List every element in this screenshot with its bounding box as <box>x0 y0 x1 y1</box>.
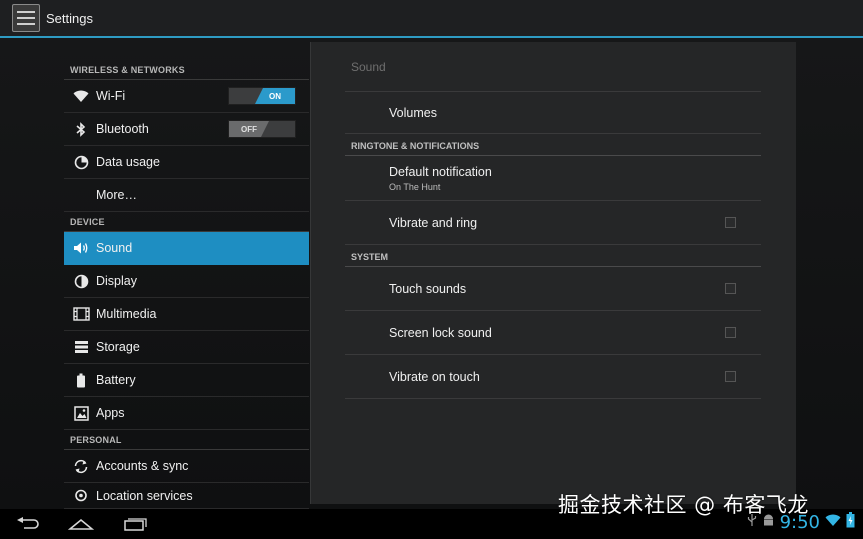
screen: Settings WIRELESS & NETWORKS Wi-Fi ON Bl… <box>0 0 863 539</box>
sidebar-item-label: Display <box>96 274 137 288</box>
back-icon[interactable] <box>14 514 40 534</box>
volumes-item[interactable]: Volumes <box>345 92 761 134</box>
ringtone-notifications-header: RINGTONE & NOTIFICATIONS <box>345 134 761 156</box>
vibrate-on-touch-item[interactable]: Vibrate on touch <box>345 355 761 399</box>
settings-sliders-icon[interactable] <box>12 4 40 32</box>
sidebar-item-display[interactable]: Display <box>64 265 309 298</box>
sidebar-item-label: Apps <box>96 406 125 420</box>
storage-icon <box>70 338 92 356</box>
default-notification-summary: On The Hunt <box>389 181 441 192</box>
sidebar-item-label: Battery <box>96 373 136 387</box>
usb-icon <box>747 513 757 532</box>
battery-icon <box>70 371 92 389</box>
touch-sounds-checkbox[interactable] <box>725 282 736 294</box>
wifi-toggle-state: ON <box>255 88 295 104</box>
system-header: SYSTEM <box>345 245 761 267</box>
multimedia-icon <box>70 305 92 323</box>
wifi-toggle[interactable]: ON <box>228 87 296 105</box>
vibrate-and-ring-item[interactable]: Vibrate and ring <box>345 201 761 245</box>
apps-icon <box>70 404 92 422</box>
panel-title: Sound <box>345 42 761 92</box>
android-debug-icon <box>762 513 775 532</box>
sidebar-item-data-usage[interactable]: Data usage <box>64 146 309 179</box>
bluetooth-toggle-state: OFF <box>229 121 269 137</box>
sidebar-item-battery[interactable]: Battery <box>64 364 309 397</box>
sidebar-item-location-services[interactable]: Location services <box>64 483 309 509</box>
data-usage-icon <box>70 153 92 171</box>
settings-list: WIRELESS & NETWORKS Wi-Fi ON Bluetooth O… <box>64 60 309 509</box>
sidebar-item-accounts-sync[interactable]: Accounts & sync <box>64 450 309 483</box>
bluetooth-icon <box>70 120 92 138</box>
vibrate-on-touch-title: Vibrate on touch <box>389 369 480 384</box>
vibrate-and-ring-checkbox[interactable] <box>725 216 736 228</box>
section-header-wireless: WIRELESS & NETWORKS <box>64 60 309 80</box>
wifi-icon <box>70 87 92 105</box>
sidebar-item-more[interactable]: More… <box>64 179 309 212</box>
vibrate-and-ring-title: Vibrate and ring <box>389 215 478 230</box>
section-header-device: DEVICE <box>64 212 309 232</box>
sidebar-item-label: Accounts & sync <box>96 459 189 473</box>
sidebar-item-apps[interactable]: Apps <box>64 397 309 430</box>
screen-lock-sound-checkbox[interactable] <box>725 326 736 338</box>
sound-settings-panel: Sound Volumes RINGTONE & NOTIFICATIONS D… <box>310 42 796 504</box>
sidebar-item-label: Bluetooth <box>96 122 149 136</box>
sidebar-item-label: More… <box>96 188 137 202</box>
sidebar-item-bluetooth[interactable]: Bluetooth OFF <box>64 113 309 146</box>
sidebar-item-label: Location services <box>96 488 193 503</box>
wifi-signal-icon <box>825 514 841 532</box>
sidebar-item-label: Data usage <box>96 155 160 169</box>
recent-apps-icon[interactable] <box>122 514 148 534</box>
display-icon <box>70 272 92 290</box>
sync-icon <box>70 457 92 475</box>
sidebar-item-sound[interactable]: Sound <box>64 232 309 265</box>
sidebar-item-label: Wi-Fi <box>96 89 126 103</box>
volumes-label: Volumes <box>389 105 437 120</box>
section-header-personal: PERSONAL <box>64 430 309 450</box>
app-title: Settings <box>46 10 93 26</box>
status-area[interactable]: 9:50 <box>747 512 855 533</box>
sidebar-item-storage[interactable]: Storage <box>64 331 309 364</box>
sidebar-item-label: Sound <box>96 241 133 255</box>
bluetooth-toggle[interactable]: OFF <box>228 120 296 138</box>
location-icon <box>70 487 92 505</box>
default-notification-title: Default notification <box>389 164 492 179</box>
sidebar-item-multimedia[interactable]: Multimedia <box>64 298 309 331</box>
action-bar: Settings <box>0 0 863 38</box>
sidebar-item-label: Storage <box>96 340 140 354</box>
default-notification-item[interactable]: Default notification On The Hunt <box>345 156 761 201</box>
touch-sounds-item[interactable]: Touch sounds <box>345 267 761 311</box>
screen-lock-sound-title: Screen lock sound <box>389 325 492 340</box>
vibrate-on-touch-checkbox[interactable] <box>725 370 736 382</box>
battery-charging-icon <box>846 512 855 533</box>
sound-icon <box>70 239 92 257</box>
sidebar-item-label: Multimedia <box>96 307 157 321</box>
screen-lock-sound-item[interactable]: Screen lock sound <box>345 311 761 355</box>
home-icon[interactable] <box>68 514 94 534</box>
touch-sounds-title: Touch sounds <box>389 281 467 296</box>
clock: 9:50 <box>779 512 820 533</box>
sidebar-item-wifi[interactable]: Wi-Fi ON <box>64 80 309 113</box>
